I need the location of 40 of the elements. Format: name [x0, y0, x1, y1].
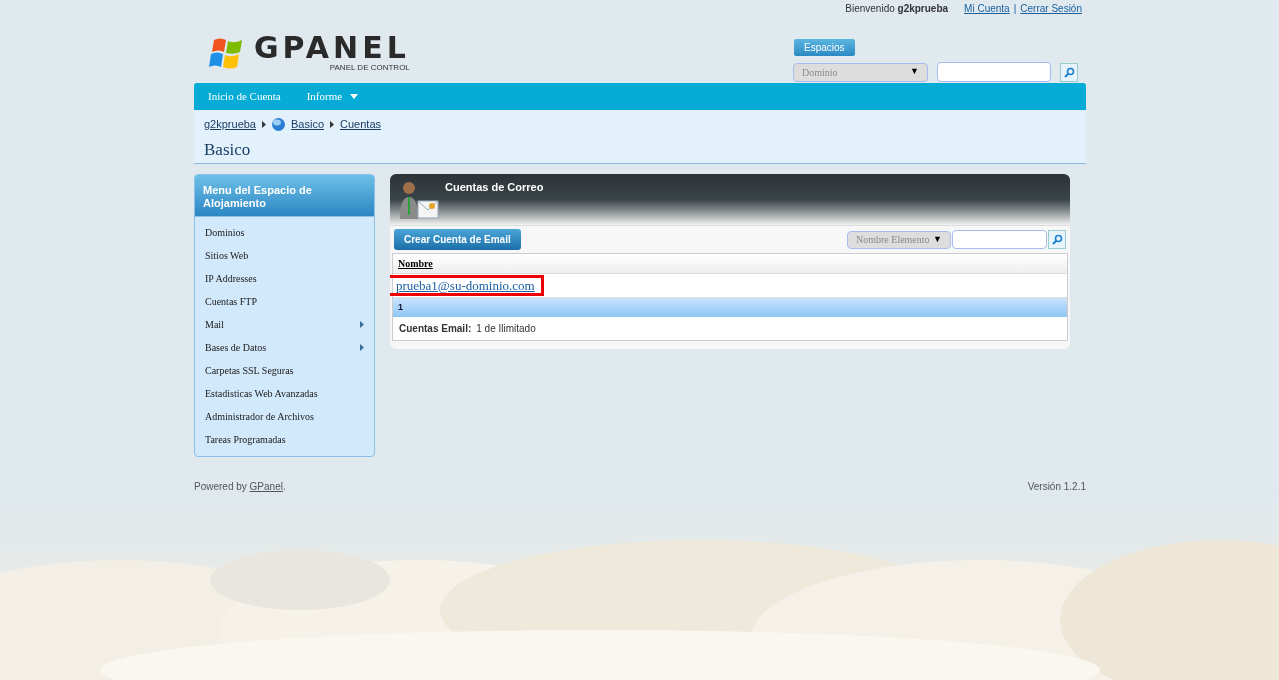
column-header[interactable]: Nombre: [398, 256, 433, 271]
breadcrumb-link[interactable]: g2kprueba: [204, 116, 256, 133]
sidebar-item[interactable]: Tareas Programadas: [195, 428, 374, 451]
header-link[interactable]: Cerrar Sesión: [1020, 0, 1082, 16]
chevron-icon: [262, 120, 266, 128]
footer-link[interactable]: GPanel: [249, 481, 283, 492]
sidebar-item[interactable]: Bases de Datos: [195, 336, 374, 359]
create-email-button[interactable]: Crear Cuenta de Email: [394, 229, 521, 250]
summary-value: 1 de Ilimitado: [476, 322, 536, 336]
filter-field[interactable]: [952, 230, 1047, 249]
version-text: Versión 1.2.1: [1027, 480, 1086, 494]
search-button[interactable]: [1060, 62, 1078, 82]
sidebar-title: Menu del Espacio de Alojamiento: [195, 175, 374, 217]
sidebar-item[interactable]: Estadisticas Web Avanzadas: [195, 382, 374, 405]
email-link[interactable]: prueba1@su-dominio.com: [396, 275, 535, 296]
logo-tagline: PANEL DE CONTROL: [329, 61, 410, 74]
sidebar-item[interactable]: Dominios: [195, 221, 374, 244]
search-field[interactable]: [937, 62, 1051, 82]
sidebar-item[interactable]: Carpetas SSL Seguras: [195, 359, 374, 382]
user-mail-icon: [398, 179, 440, 221]
filter-select[interactable]: Nombre Elemento ▼: [847, 230, 951, 249]
breadcrumb-link[interactable]: Basico: [291, 116, 325, 133]
welcome-text: Bienvenido g2kprueba: [845, 1, 949, 16]
page-link[interactable]: 1: [398, 300, 403, 315]
powered-by-text: Powered by GPanel.: [194, 480, 286, 494]
header-link[interactable]: Mi Cuenta: [964, 0, 1010, 16]
panel-title: Cuentas de Correo: [445, 180, 544, 195]
logo-wordmark: GPANEL: [254, 33, 410, 62]
space-select[interactable]: Dominio ▼: [793, 62, 928, 82]
summary-label: Cuentas Email:: [399, 322, 472, 336]
separator: |: [1013, 1, 1017, 16]
sidebar-item[interactable]: Sitios Web: [195, 244, 374, 267]
breadcrumb-link[interactable]: Cuentas: [340, 116, 381, 133]
sidebar-item[interactable]: Mail: [195, 313, 374, 336]
page-title: Basico: [204, 139, 251, 159]
search-button[interactable]: [1048, 230, 1066, 249]
chevron-icon: [330, 120, 335, 128]
sidebar-item[interactable]: Administrador de Archivos: [195, 405, 374, 428]
sidebar-item[interactable]: Cuentas FTP: [195, 290, 374, 313]
sidebar-item[interactable]: IP Addresses: [195, 267, 374, 290]
